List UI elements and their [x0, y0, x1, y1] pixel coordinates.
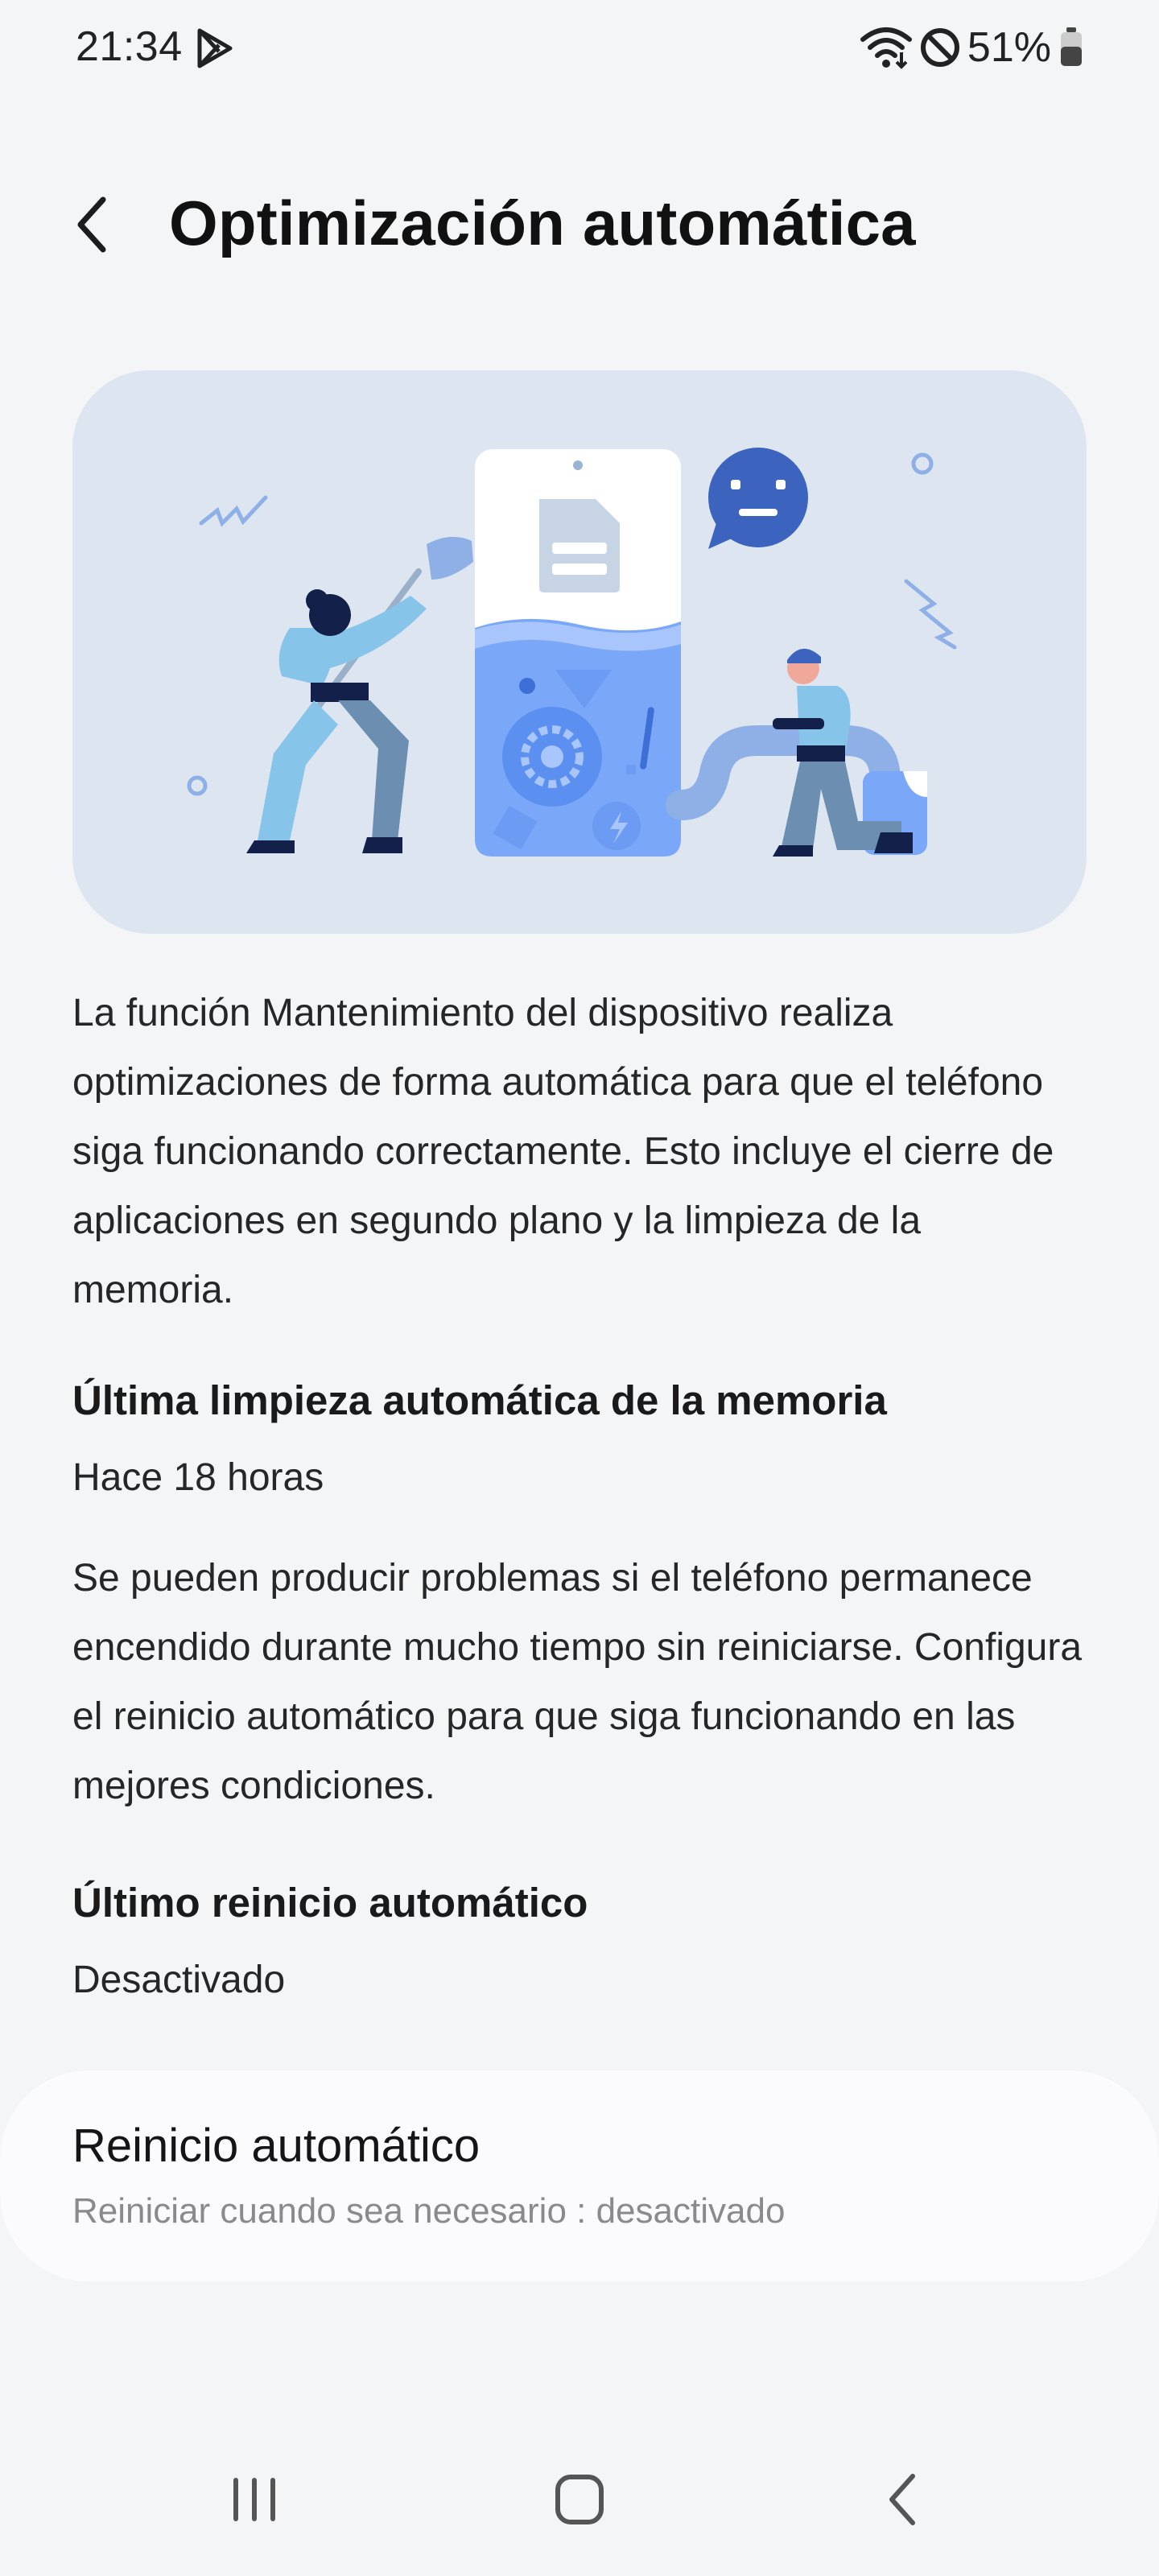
navigation-bar — [0, 2439, 1159, 2560]
battery-icon — [1061, 27, 1082, 66]
battery-percent: 51% — [967, 24, 1051, 71]
page-title: Optimización automática — [169, 188, 916, 258]
device-care-illustration — [72, 370, 1087, 934]
status-bar: 21:34 51% — [0, 0, 1159, 97]
memory-clean-value: Hace 18 horas — [72, 1456, 324, 1499]
do-not-disturb-icon — [920, 28, 959, 67]
description-text: La función Mantenimiento del dispositivo… — [72, 992, 1054, 1311]
play-store-icon — [197, 28, 233, 68]
auto-restart-setting[interactable]: Reinicio automático Reiniciar cuando sea… — [0, 2070, 1159, 2281]
last-restart-title: Último reinicio automático — [72, 1880, 588, 1926]
status-time: 21:34 — [76, 23, 183, 70]
last-restart-value: Desactivado — [72, 1959, 286, 2001]
wifi-icon — [860, 27, 912, 69]
illustration-graphic — [187, 448, 957, 857]
chevron-left-icon[interactable] — [69, 188, 118, 261]
memory-clean-title: Última limpieza automática de la memoria — [72, 1377, 887, 1423]
auto-restart-title: Reinicio automático — [72, 2120, 481, 2172]
back-icon[interactable] — [855, 2455, 951, 2544]
restart-info-text: Se pueden producir problemas si el teléf… — [72, 1557, 1083, 1807]
status-icons: 51% — [860, 23, 1083, 72]
recent-apps-icon[interactable] — [206, 2455, 303, 2544]
auto-restart-subtitle: Reiniciar cuando sea necesario : desacti… — [72, 2191, 786, 2231]
home-icon[interactable] — [531, 2455, 628, 2544]
